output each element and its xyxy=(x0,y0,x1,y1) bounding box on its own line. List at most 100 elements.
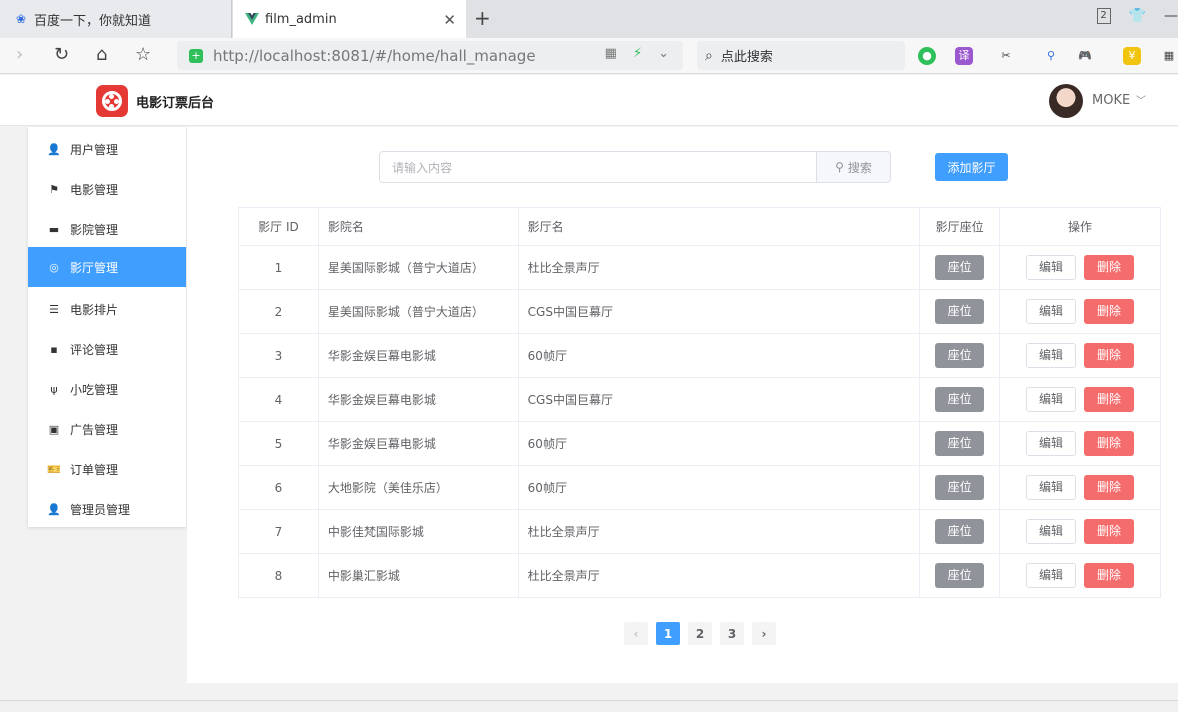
cell-cinema: 华影金娱巨幕电影城 xyxy=(317,333,519,378)
edit-button[interactable]: 编辑 xyxy=(1026,343,1077,368)
chevron-down-icon[interactable]: ⌄ xyxy=(658,46,669,61)
delete-button[interactable]: 删除 xyxy=(1084,475,1135,500)
window-count-badge[interactable]: 2 xyxy=(1096,8,1111,24)
url-text: http://localhost:8081/#/home/hall_manage xyxy=(213,46,536,65)
close-tab-icon[interactable]: ✕ xyxy=(443,11,456,29)
cell-id: 2 xyxy=(238,289,319,334)
sidebar-item-movies[interactable]: ⚑ 电影管理 xyxy=(28,169,186,209)
seat-button[interactable]: 座位 xyxy=(935,563,985,588)
app-brand-title: 电影订票后台 xyxy=(136,96,215,111)
cell-id: 7 xyxy=(238,509,319,554)
sidebar-item-orders[interactable]: 🎫 订单管理 xyxy=(28,449,186,489)
shield-extension-icon[interactable]: ¥ xyxy=(1123,47,1141,65)
minimize-icon[interactable]: — xyxy=(1164,8,1178,24)
column-header-hall: 影厅名 xyxy=(517,207,921,246)
translate-extension-icon[interactable]: 译 xyxy=(955,47,973,65)
prev-page-button[interactable]: ‹ xyxy=(624,622,648,645)
edit-button[interactable]: 编辑 xyxy=(1026,519,1077,544)
edit-button[interactable]: 编辑 xyxy=(1026,475,1077,500)
delete-button[interactable]: 删除 xyxy=(1084,431,1135,456)
delete-button[interactable]: 删除 xyxy=(1084,343,1135,368)
delete-button[interactable]: 删除 xyxy=(1084,387,1135,412)
seat-button[interactable]: 座位 xyxy=(935,387,985,412)
sidebar-item-ads[interactable]: ▣ 广告管理 xyxy=(28,409,186,449)
tab-film-admin[interactable]: film_admin ✕ xyxy=(233,0,466,38)
qr-code-icon[interactable]: ▦ xyxy=(605,46,617,61)
search-button[interactable]: ⚲ 搜索 xyxy=(816,151,891,183)
hall-table: 影厅 ID 影院名 影厅名 影厅座位 操作 1 星美国际影城（普宁大道店） 杜比… xyxy=(238,207,1161,598)
new-tab-icon[interactable]: + xyxy=(474,6,491,30)
edit-button[interactable]: 编辑 xyxy=(1026,431,1077,456)
table-row: 3 华影金娱巨幕电影城 60帧厅 座位 编辑 删除 xyxy=(238,333,1161,378)
scissors-icon[interactable]: ✂ xyxy=(997,47,1015,65)
sidebar-item-schedule[interactable]: ☰ 电影排片 xyxy=(28,289,186,329)
edit-button[interactable]: 编辑 xyxy=(1026,255,1077,280)
sidebar-item-label: 电影排片 xyxy=(70,302,119,317)
cell-cinema: 华影金娱巨幕电影城 xyxy=(317,421,519,466)
cell-seats: 座位 xyxy=(919,553,1001,598)
tab-baidu[interactable]: ❀ 百度一下，你就知道 xyxy=(0,0,232,38)
browser-search-box[interactable]: ⌕ 点此搜索 xyxy=(697,41,905,70)
delete-button[interactable]: 删除 xyxy=(1084,563,1135,588)
column-header-seats: 影厅座位 xyxy=(919,207,1001,246)
sidebar-item-label: 影厅管理 xyxy=(70,260,119,275)
cell-seats: 座位 xyxy=(919,421,1001,466)
cell-id: 6 xyxy=(238,465,319,510)
sidebar-item-admins[interactable]: 👤 管理员管理 xyxy=(28,489,186,529)
avatar[interactable] xyxy=(1049,84,1083,118)
gamepad-icon[interactable]: 🎮 xyxy=(1076,47,1094,65)
sidebar-item-comments[interactable]: ▪ 评论管理 xyxy=(28,329,186,369)
sidebar-item-halls[interactable]: ◎ 影厅管理 xyxy=(28,247,186,287)
sidebar-item-users[interactable]: 👤 用户管理 xyxy=(28,129,186,169)
ad-icon: ▣ xyxy=(48,422,60,436)
delete-button[interactable]: 删除 xyxy=(1084,255,1135,280)
wechat-extension-icon[interactable]: ● xyxy=(918,47,936,65)
add-hall-button[interactable]: 添加影厅 xyxy=(935,153,1008,181)
page-button-2[interactable]: 2 xyxy=(688,622,712,645)
sidebar-item-snacks[interactable]: ψ 小吃管理 xyxy=(28,369,186,409)
page-button-3[interactable]: 3 xyxy=(720,622,744,645)
fork-knife-icon: ψ xyxy=(50,382,58,396)
cell-actions: 编辑 删除 xyxy=(999,509,1161,554)
username[interactable]: MOKE xyxy=(1092,93,1130,108)
comment-icon: ▪ xyxy=(50,342,58,356)
page-button-1[interactable]: 1 xyxy=(656,622,680,645)
home-icon[interactable]: ⌂ xyxy=(96,44,107,65)
reload-icon[interactable]: ↻ xyxy=(54,44,69,65)
edit-button[interactable]: 编辑 xyxy=(1026,299,1077,324)
next-page-button[interactable]: › xyxy=(752,622,776,645)
cinema-icon: ▬ xyxy=(48,222,60,236)
chevron-down-icon[interactable]: ﹀ xyxy=(1136,92,1146,107)
grid-menu-icon[interactable]: ▦ xyxy=(1160,47,1178,65)
table-header-row: 影厅 ID 影院名 影厅名 影厅座位 操作 xyxy=(238,207,1161,246)
address-bar[interactable]: + http://localhost:8081/#/home/hall_mana… xyxy=(177,41,683,70)
cell-seats: 座位 xyxy=(919,465,1001,510)
seat-button[interactable]: 座位 xyxy=(935,343,985,368)
flag-icon: ⚑ xyxy=(49,182,59,196)
delete-button[interactable]: 删除 xyxy=(1084,519,1135,544)
seat-button[interactable]: 座位 xyxy=(935,519,985,544)
seat-button[interactable]: 座位 xyxy=(935,255,985,280)
seat-button[interactable]: 座位 xyxy=(935,475,985,500)
search-input[interactable]: 请输入内容 xyxy=(379,151,816,183)
skin-icon[interactable]: 👕 xyxy=(1129,8,1146,24)
hall-icon: ◎ xyxy=(49,260,59,274)
cell-actions: 编辑 删除 xyxy=(999,245,1161,290)
seat-button[interactable]: 座位 xyxy=(935,431,985,456)
forward-icon[interactable]: › xyxy=(16,44,23,65)
cell-hall: 杜比全景声厅 xyxy=(517,245,921,290)
user-icon: 👤 xyxy=(47,142,61,156)
tab-title: film_admin xyxy=(265,11,337,27)
edit-button[interactable]: 编辑 xyxy=(1026,563,1077,588)
bookmark-star-icon[interactable]: ☆ xyxy=(135,44,151,65)
seat-button[interactable]: 座位 xyxy=(935,299,985,324)
lightning-icon[interactable]: ⚡ xyxy=(633,46,642,61)
address-tools: ▦ ⚡ ⌄ xyxy=(605,46,669,61)
edit-button[interactable]: 编辑 xyxy=(1026,387,1077,412)
delete-button[interactable]: 删除 xyxy=(1084,299,1135,324)
browser-search-placeholder: 点此搜索 xyxy=(720,50,773,65)
cell-id: 1 xyxy=(238,245,319,290)
magnifier-extension-icon[interactable]: ⚲ xyxy=(1042,47,1060,65)
sidebar-item-cinemas[interactable]: ▬ 影院管理 xyxy=(28,209,186,249)
cell-actions: 编辑 删除 xyxy=(999,421,1161,466)
